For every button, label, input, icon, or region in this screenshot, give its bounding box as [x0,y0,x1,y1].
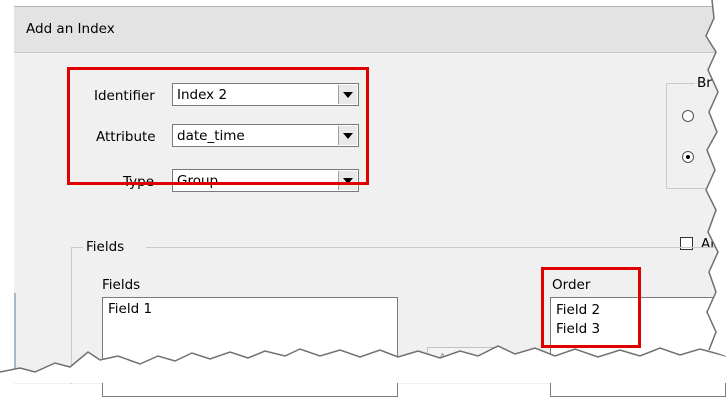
torn-edge-decoration [0,0,726,383]
add-index-dialog: Add an Index Identifier Index 2 Attribut… [0,0,726,397]
